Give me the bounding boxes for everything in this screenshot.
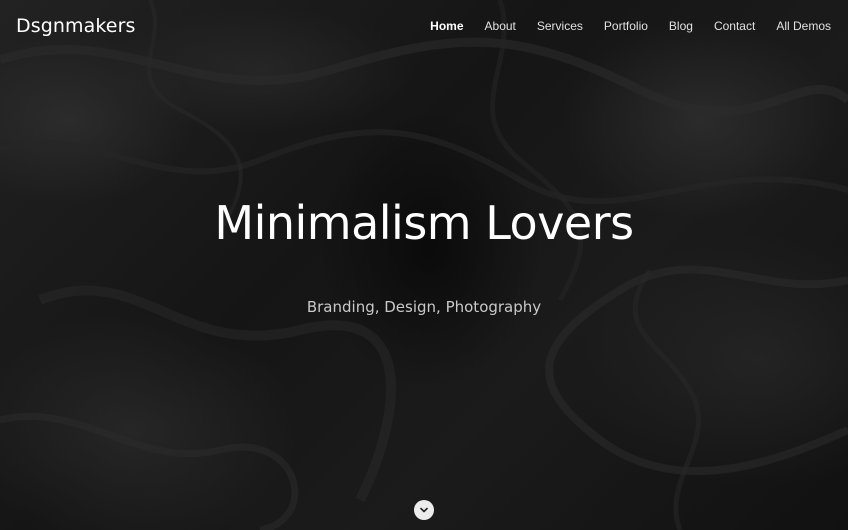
brand-logo[interactable]: Dsgnmakers (16, 15, 136, 37)
hero-title: Minimalism Lovers (214, 196, 634, 250)
top-navbar: Dsgnmakers Home About Services Portfolio… (0, 0, 848, 52)
nav-item-all-demos[interactable]: All Demos (776, 19, 831, 33)
nav-item-contact[interactable]: Contact (714, 19, 755, 33)
nav-item-services[interactable]: Services (537, 19, 583, 33)
nav-item-about[interactable]: About (485, 19, 516, 33)
chevron-down-icon (420, 507, 428, 513)
nav-item-blog[interactable]: Blog (669, 19, 693, 33)
nav-item-portfolio[interactable]: Portfolio (604, 19, 648, 33)
hero-subtitle: Branding, Design, Photography (306, 298, 542, 316)
hero-section: Dsgnmakers Home About Services Portfolio… (0, 0, 848, 530)
scroll-down-button[interactable] (414, 500, 434, 520)
marble-background (0, 0, 848, 530)
nav-item-home[interactable]: Home (430, 19, 463, 33)
main-nav: Home About Services Portfolio Blog Conta… (409, 19, 831, 33)
